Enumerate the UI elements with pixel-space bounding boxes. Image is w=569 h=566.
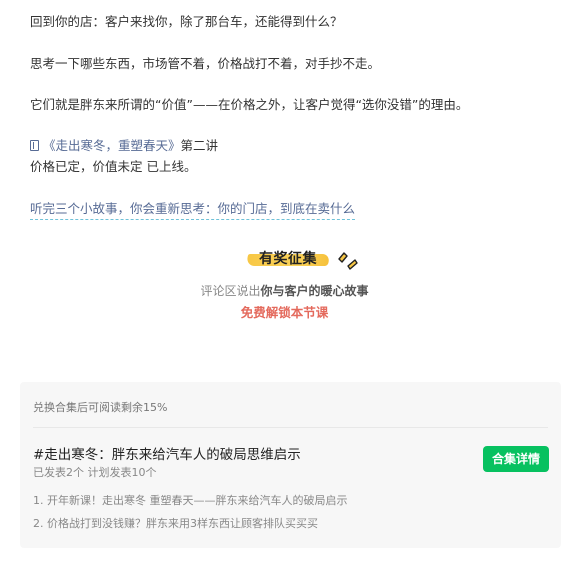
series-suffix: 第二讲 (180, 138, 219, 153)
paragraph-store-question: 回到你的店：客户来找你，除了那台车，还能得到什么？ (30, 14, 343, 29)
series-link[interactable]: 《走出寒冬，重塑春天》 (43, 138, 181, 153)
collection-detail-button[interactable]: 合集详情 (483, 446, 549, 472)
badge-label: 有奖征集 (259, 251, 317, 267)
collection-title[interactable]: #走出寒冬：胖东来给汽车人的破局思维启示 (33, 443, 301, 463)
paragraph-value: 它们就是胖东来所谓的“价值”——在价格之外，让客户觉得“选你没错”的理由。 (30, 97, 469, 112)
paragraph-think: 思考一下哪些东西，市场管不着，价格战打不着，对手抄不走。 (30, 56, 381, 71)
unlock-hint: 兑换合集后可阅读剩余15% (33, 401, 168, 414)
paragraph-online: 价格已定，价值未定 已上线。 (30, 159, 197, 174)
prize-banner: 有奖征集 (0, 244, 569, 274)
teaser-link[interactable]: 听完三个小故事，你会重新思考：你的门店，到底在卖什么 (30, 200, 356, 220)
prompt-bold: 你与客户的暖心故事 (260, 284, 369, 298)
sparkle-icon (338, 252, 358, 270)
episode-item[interactable]: 1. 开年新课！走出寒冬 重塑春天——胖东来给汽车人的破局启示 (33, 492, 348, 508)
prize-badge: 有奖征集 (245, 248, 331, 270)
prompt-prefix: 评论区说出 (200, 284, 261, 298)
series-line: 《走出寒冬，重塑春天》第二讲 (30, 137, 218, 155)
collection-card[interactable]: 兑换合集后可阅读剩余15% #走出寒冬：胖东来给汽车人的破局思维启示 已发表2个… (20, 382, 561, 548)
collection-meta: 已发表2个 计划发表10个 (33, 466, 157, 479)
card-divider (33, 427, 548, 428)
episode-item[interactable]: 2. 价格战打到没钱赚？胖东来用3样东西让顾客排队买买买 (33, 515, 318, 531)
free-unlock-text: 免费解锁本节课 (240, 305, 329, 320)
book-icon (30, 140, 39, 151)
comment-prompt: 评论区说出你与客户的暖心故事 (0, 283, 569, 299)
